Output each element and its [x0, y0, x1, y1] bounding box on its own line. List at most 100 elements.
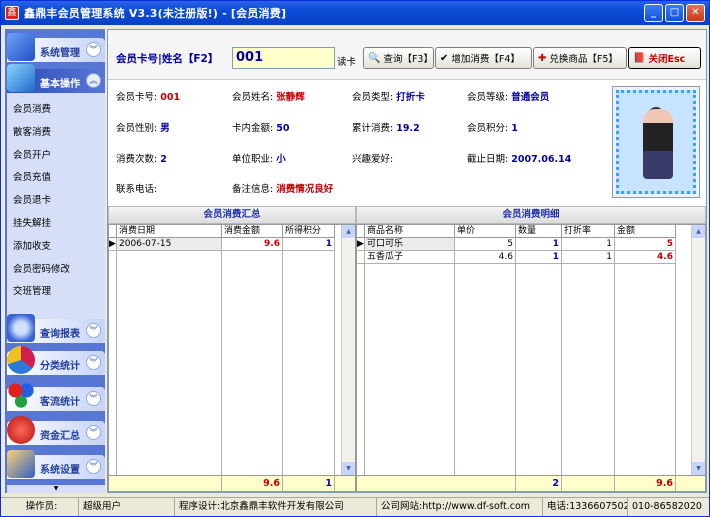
sidebar-group-label: 分类统计	[40, 361, 80, 372]
detail-section-title: 会员消费明细	[356, 206, 706, 224]
summary-total-points: 1	[283, 476, 335, 491]
chevron-down-icon[interactable]: ︾	[86, 459, 101, 474]
search-icon	[7, 314, 35, 342]
chevron-down-icon[interactable]: ︾	[86, 355, 101, 370]
sidebar-item-shift[interactable]: 交班管理	[7, 281, 105, 304]
close-esc-button[interactable]: 📕 关闭Esc	[628, 47, 701, 69]
chevron-down-icon[interactable]: ︾	[86, 391, 101, 406]
col-amount[interactable]: 消费金额	[222, 225, 283, 238]
member-photo-figure	[643, 109, 673, 179]
info-name: 会员姓名: 张静辉	[232, 92, 305, 103]
sidebar-group-settings[interactable]: 系统设置 ︾	[7, 450, 105, 479]
gift-icon: ✚	[538, 52, 547, 64]
sidebar-items: 会员消费 散客消费 会员开户 会员充值 会员退卡 挂失解挂 添加收支 会员密码修…	[7, 93, 105, 331]
status-bar: 操作员: 超级用户 程序设计:北京鑫鼎丰软件开发有限公司 公司网站:http:/…	[1, 497, 709, 516]
sidebar-item-member-consume[interactable]: 会员消费	[7, 99, 105, 122]
detail-total-amount: 9.6	[615, 476, 676, 491]
sidebar-item-add-income[interactable]: 添加收支	[7, 236, 105, 259]
summary-grid[interactable]: 消费日期 消费金额 所得积分 ▶ 2006-07-15 9.6 1 ▲ ▼ 9.6…	[108, 224, 356, 492]
add-consume-label: 增加消费【F4】	[451, 54, 520, 65]
add-consume-button[interactable]: ✔ 增加消费【F4】	[435, 47, 532, 69]
col-points[interactable]: 所得积分	[283, 225, 335, 238]
info-total: 累计消费: 19.2	[352, 123, 420, 134]
sidebar-scroll-down[interactable]: ▼	[7, 485, 105, 493]
info-card-no: 会员卡号: 001	[116, 92, 181, 103]
chevron-up-icon[interactable]: ︽	[86, 73, 101, 88]
detail-total-qty: 2	[516, 476, 562, 491]
col-price[interactable]: 单价	[455, 225, 516, 238]
status-phone2: 010-86582020	[632, 501, 702, 512]
member-photo	[612, 86, 700, 198]
app-window: 鑫 鑫鼎丰会员管理系统 V3.3(未注册版!) - [会员消费] _ □ ✕ 系…	[0, 0, 710, 517]
app-icon: 鑫	[5, 6, 19, 20]
summary-footer: 9.6 1	[109, 475, 355, 491]
sidebar-group-label: 客流统计	[40, 397, 80, 408]
info-level: 会员等级: 普通会员	[467, 92, 550, 103]
info-expire: 截止日期: 2007.06.14	[467, 154, 572, 165]
redeem-label: 兑换商品【F5】	[549, 54, 618, 65]
sidebar-item-report-loss[interactable]: 挂失解挂	[7, 213, 105, 236]
col-rate[interactable]: 打折率	[562, 225, 615, 238]
magnifier-icon: 🔍	[368, 52, 381, 64]
info-gender: 会员性别: 男	[116, 123, 170, 134]
info-note: 备注信息: 消费情况良好	[232, 184, 334, 195]
scroll-down-icon: ▼	[342, 462, 355, 475]
sidebar-group-label: 系统设置	[40, 465, 80, 476]
info-job: 单位职业: 小	[232, 154, 286, 165]
info-phone: 联系电话:	[116, 184, 158, 195]
info-count: 消费次数: 2	[116, 154, 167, 165]
sidebar-group-system[interactable]: 系统管理 ︾	[7, 33, 105, 62]
detail-scrollbar[interactable]: ▲ ▼	[691, 225, 705, 475]
summary-total-amount: 9.6	[222, 476, 283, 491]
sidebar-item-return-card[interactable]: 会员退卡	[7, 190, 105, 213]
status-designer: 程序设计:北京鑫鼎丰软件开发有限公司	[175, 498, 377, 516]
sidebar-group-label: 查询报表	[40, 329, 80, 340]
summary-section-title: 会员消费汇总	[108, 206, 356, 224]
status-website: 公司网站:http://www.df-soft.com	[377, 498, 543, 516]
detail-grid[interactable]: 商品名称 单价 数量 打折率 金额 ▶ 可口可乐 5 1 1 5 五香瓜子 4.…	[356, 224, 706, 492]
sidebar-item-recharge[interactable]: 会员充值	[7, 167, 105, 190]
pie-chart-icon	[7, 346, 35, 374]
sidebar-group-reports[interactable]: 查询报表 ︾	[7, 314, 105, 343]
sidebar-group-funds[interactable]: 资金汇总 ︾	[7, 416, 105, 445]
chevron-down-icon[interactable]: ︾	[86, 425, 101, 440]
sidebar-item-password[interactable]: 会员密码修改	[7, 259, 105, 282]
sidebar-item-guest-consume[interactable]: 散客消费	[7, 122, 105, 145]
chevron-down-icon[interactable]: ︾	[86, 323, 101, 338]
card-label: 会员卡号|姓名【F2】	[116, 53, 219, 65]
sidebar-group-basic[interactable]: 基本操作 ︽	[7, 64, 105, 93]
col-detail-amount[interactable]: 金额	[615, 225, 676, 238]
scroll-up-icon: ▲	[342, 225, 355, 238]
status-operator-label: 操作员:	[1, 498, 79, 516]
sidebar-group-category-stats[interactable]: 分类统计 ︾	[7, 346, 105, 375]
money-icon	[7, 416, 35, 444]
close-window-button[interactable]: ✕	[686, 4, 705, 22]
scroll-down-icon: ▼	[692, 462, 705, 475]
col-date[interactable]: 消费日期	[117, 225, 222, 238]
member-consume-panel: 会员卡号|姓名【F2】 001 读卡 🔍 查询【F3】 ✔ 增加消费【F4】 ✚…	[107, 29, 707, 493]
status-operator: 超级用户	[79, 498, 175, 516]
sidebar: 系统管理 ︾ 基本操作 ︽ 会员消费 散客消费 会员开户 会员充值 会员退卡 挂…	[5, 29, 105, 493]
query-button-label: 查询【F3】	[383, 54, 433, 65]
minimize-button[interactable]: _	[644, 4, 663, 22]
sidebar-item-open-account[interactable]: 会员开户	[7, 145, 105, 168]
sidebar-group-label: 基本操作	[40, 79, 80, 90]
gear-icon	[7, 33, 35, 61]
toolbox-icon	[7, 64, 35, 92]
sidebar-group-label: 资金汇总	[40, 431, 80, 442]
card-number-input[interactable]: 001	[232, 47, 335, 69]
maximize-button[interactable]: □	[665, 4, 684, 22]
query-button[interactable]: 🔍 查询【F3】	[363, 47, 434, 69]
close-esc-label: 关闭Esc	[648, 54, 686, 65]
circles-icon	[7, 382, 35, 410]
col-qty[interactable]: 数量	[516, 225, 562, 238]
sidebar-group-traffic-stats[interactable]: 客流统计 ︾	[7, 382, 105, 411]
redeem-button[interactable]: ✚ 兑换商品【F5】	[533, 47, 627, 69]
title-bar[interactable]: 鑫 鑫鼎丰会员管理系统 V3.3(未注册版!) - [会员消费] _ □ ✕	[1, 1, 709, 25]
chevron-down-icon[interactable]: ︾	[86, 42, 101, 57]
info-points: 会员积分: 1	[467, 123, 518, 134]
summary-scrollbar[interactable]: ▲ ▼	[341, 225, 355, 475]
info-hobby: 兴趣爱好:	[352, 154, 394, 165]
col-product[interactable]: 商品名称	[365, 225, 455, 238]
sidebar-group-label: 系统管理	[40, 48, 80, 59]
